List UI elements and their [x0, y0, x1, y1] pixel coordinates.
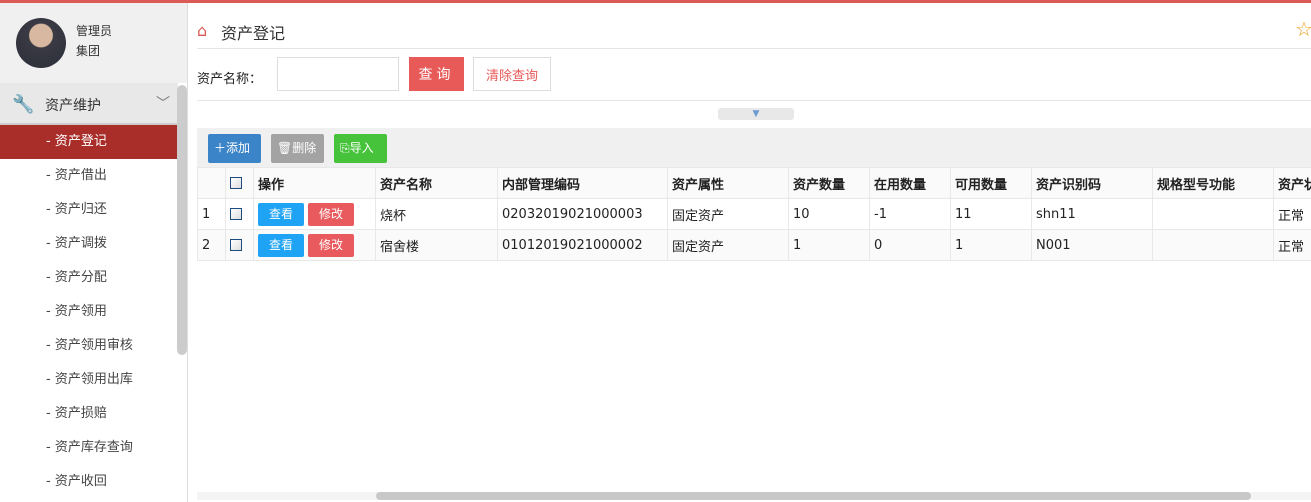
table-cell	[1152, 198, 1274, 230]
table-cell: 烧杯	[375, 198, 498, 230]
row-checkbox[interactable]	[230, 208, 242, 220]
column-header: 资产状态	[1273, 167, 1311, 199]
table-row[interactable]: 1 查看 修改 烧杯 02032019021000003 固定资产 10 -1 11 shn11 正…	[197, 198, 1311, 230]
sidebar-item[interactable]: - 资产库存查询	[0, 431, 178, 465]
user-name: 管理员	[76, 24, 113, 38]
query-button[interactable]: 查询	[409, 57, 464, 91]
column-header: 资产数量	[788, 167, 870, 199]
column-header[interactable]	[225, 167, 254, 199]
column-header: 规格型号功能	[1152, 167, 1274, 199]
edit-button[interactable]: 修改	[308, 233, 354, 257]
trash-icon: 🗑	[277, 141, 293, 155]
asset-table: 操作 资产名称 内部管理编码 资产属性 资产数量 在用数量 可用数量 资产识别码 规格型号功能资…	[197, 167, 1311, 261]
column-header: 操作	[253, 167, 376, 199]
table-cell: 01012019021000002	[497, 229, 668, 261]
home-icon[interactable]: ⌂	[197, 21, 207, 40]
row-index: 1	[197, 198, 226, 230]
asset-name-input[interactable]	[277, 57, 399, 91]
page-header: ⌂ 资产登记 ☆	[197, 17, 1311, 49]
user-group: 集团	[76, 44, 101, 58]
main-content: ⌂ 资产登记 ☆ 资产名称： 查询 清除查询 ▼ ＋添加 🗑删除 ⎘导入 操作资…	[197, 3, 1311, 502]
sidebar-item[interactable]: - 资产登记	[0, 125, 178, 159]
import-label: 导入	[349, 141, 374, 155]
table-cell: 1	[950, 229, 1032, 261]
table-cell: N001	[1031, 229, 1153, 261]
column-header	[197, 167, 226, 199]
table-cell: 宿舍楼	[375, 229, 498, 261]
scrollbar-thumb[interactable]	[376, 492, 1251, 500]
table-cell	[1152, 229, 1274, 261]
sidebar-item[interactable]: - 资产损赔	[0, 397, 178, 431]
table-cell: 正常	[1273, 229, 1311, 261]
menu-section-asset-maintenance[interactable]: 🔧 资产维护 ﹀	[0, 83, 178, 125]
table-cell: -1	[869, 198, 951, 230]
search-bar: 资产名称： 查询 清除查询	[197, 57, 1311, 101]
table-cell: 正常	[1273, 198, 1311, 230]
table-cell: 0	[869, 229, 951, 261]
table-cell: 1	[788, 229, 870, 261]
table-cell: 02032019021000003	[497, 198, 668, 230]
menu-section-label: 资产维护	[45, 98, 101, 114]
avatar[interactable]	[16, 18, 66, 68]
checkbox-cell[interactable]	[225, 229, 254, 261]
chevron-down-icon: ﹀	[156, 96, 170, 112]
collapse-handle[interactable]: ▼	[718, 108, 794, 120]
delete-label: 删除	[292, 141, 317, 155]
sidebar-item[interactable]: - 资产归还	[0, 193, 178, 227]
star-icon[interactable]: ☆	[1295, 17, 1311, 41]
sidebar-item[interactable]: - 资产收回	[0, 465, 178, 499]
sidebar-item[interactable]: - 资产分配	[0, 261, 178, 295]
wrench-icon: 🔧	[12, 94, 35, 115]
edit-button[interactable]: 修改	[308, 202, 354, 226]
table-cell: 10	[788, 198, 870, 230]
clear-query-button[interactable]: 清除查询	[473, 57, 551, 91]
table-cell: 固定资产	[667, 198, 789, 230]
sidebar-item[interactable]: - 资产领用出库	[0, 363, 178, 397]
sidebar-item[interactable]: - 资产领用	[0, 295, 178, 329]
add-label: 添加	[226, 141, 251, 155]
table-row[interactable]: 2 查看 修改 宿舍楼 01012019021000002 固定资产 1 0 1 N001 正常	[197, 229, 1311, 261]
table-cell: shn11	[1031, 198, 1153, 230]
column-header: 资产属性	[667, 167, 789, 199]
column-header: 可用数量	[950, 167, 1032, 199]
row-checkbox[interactable]	[230, 239, 242, 251]
column-header: 内部管理编码	[497, 167, 668, 199]
plus-icon: ＋	[214, 141, 227, 155]
sidebar-item[interactable]: - 资产调拨	[0, 227, 178, 261]
row-index: 2	[197, 229, 226, 261]
checkbox-cell[interactable]	[225, 198, 254, 230]
sidebar-item[interactable]: - 资产借出	[0, 159, 178, 193]
toolbar: ＋添加 🗑删除 ⎘导入	[197, 128, 1311, 167]
view-button[interactable]: 查看	[258, 202, 304, 226]
import-button[interactable]: ⎘导入	[334, 134, 387, 163]
actions-cell: 查看 修改	[253, 229, 376, 261]
select-all-checkbox[interactable]	[230, 177, 242, 189]
add-button[interactable]: ＋添加	[208, 134, 261, 163]
view-button[interactable]: 查看	[258, 233, 304, 257]
user-panel: 管理员 集团	[0, 3, 187, 83]
sidebar-item[interactable]: - 资产领用审核	[0, 329, 178, 363]
actions-cell: 查看 修改	[253, 198, 376, 230]
sidebar-scrollbar[interactable]	[177, 85, 187, 355]
table-cell: 固定资产	[667, 229, 789, 261]
page-title: 资产登记	[221, 24, 286, 43]
delete-button[interactable]: 🗑删除	[271, 134, 324, 163]
column-header: 资产名称	[375, 167, 498, 199]
column-header: 在用数量	[869, 167, 951, 199]
table-cell: 11	[950, 198, 1032, 230]
horizontal-scrollbar[interactable]	[197, 492, 1311, 500]
import-icon: ⎘	[340, 141, 350, 155]
sidebar: 管理员 集团 🔧 资产维护 ﹀ - 资产登记 - 资产借出 - 资产归还 - 资产调拨…	[0, 3, 188, 502]
column-header: 资产识别码	[1031, 167, 1153, 199]
asset-name-label: 资产名称：	[197, 72, 263, 87]
